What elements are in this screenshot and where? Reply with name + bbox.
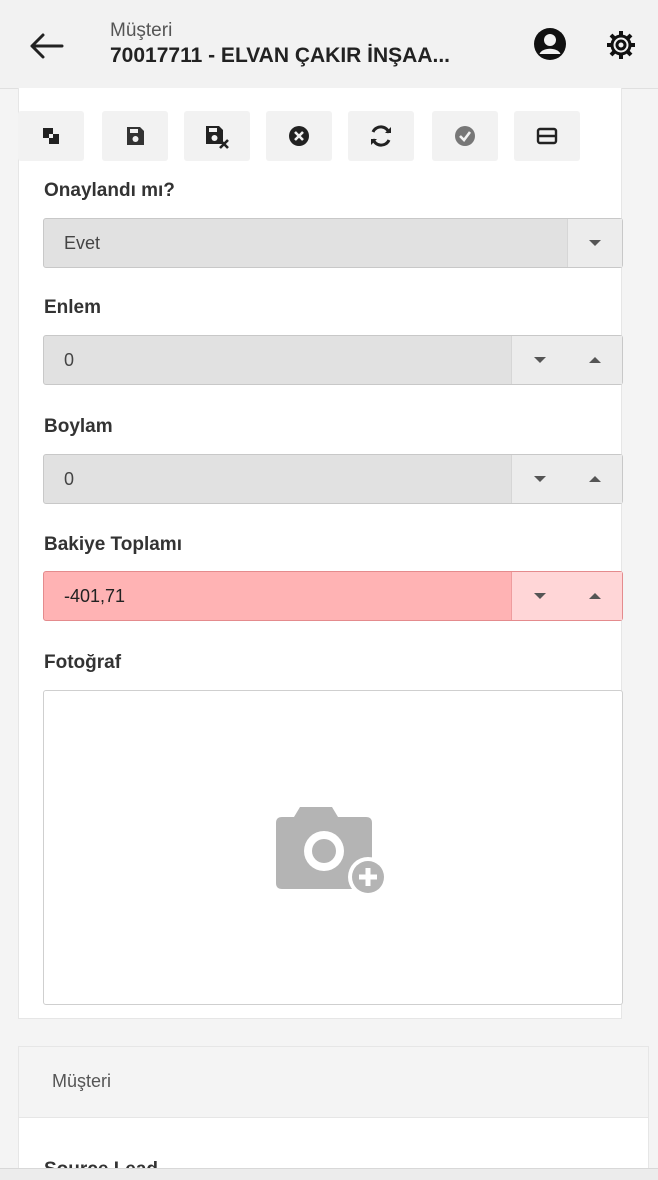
layout-button[interactable] (514, 111, 580, 161)
app-screen: Müşteri 70017711 - ELVAN ÇAKIR İNŞAA... (0, 0, 658, 1180)
settings-button[interactable] (602, 26, 640, 64)
approve-button[interactable] (432, 111, 498, 161)
copy-icon (43, 128, 59, 144)
app-header: Müşteri 70017711 - ELVAN ÇAKIR İNŞAA... (0, 0, 658, 89)
refresh-button[interactable] (348, 111, 414, 161)
balance-field[interactable]: -401,71 (43, 571, 623, 621)
balance-value: -401,71 (64, 586, 126, 606)
balance-increment-button[interactable] (567, 572, 622, 620)
action-toolbar (18, 111, 618, 163)
photo-label: Fotoğraf (44, 652, 122, 673)
chevron-up-icon (588, 357, 601, 363)
approved-label: Onaylandı mı? (44, 180, 175, 201)
save-button[interactable] (102, 111, 168, 161)
balance-label: Bakiye Toplamı (44, 534, 182, 555)
latitude-field[interactable]: 0 (43, 335, 623, 385)
refresh-icon (371, 125, 391, 147)
latitude-label: Enlem (44, 297, 102, 318)
longitude-field[interactable]: 0 (43, 454, 623, 504)
latitude-increment-button[interactable] (567, 336, 622, 384)
latitude-decrement-button[interactable] (511, 336, 567, 384)
page-subtitle: Müşteri (110, 20, 173, 41)
approved-value: Evet (64, 233, 101, 253)
back-arrow-icon (30, 33, 64, 59)
longitude-value: 0 (64, 469, 75, 489)
user-button[interactable] (532, 26, 568, 62)
photo-upload-area[interactable] (43, 690, 623, 1005)
approve-icon (455, 126, 475, 146)
save-close-button[interactable] (184, 111, 250, 161)
scroll-edge (0, 1168, 658, 1180)
approved-select[interactable]: Evet (43, 218, 623, 268)
chevron-down-icon (533, 593, 546, 599)
longitude-label: Boylam (44, 416, 113, 437)
back-button[interactable] (26, 28, 66, 64)
copy-button[interactable] (18, 111, 84, 161)
user-icon (534, 28, 566, 60)
page-title: 70017711 - ELVAN ÇAKIR İNŞAA... (110, 44, 450, 67)
cancel-button[interactable] (266, 111, 332, 161)
chevron-up-icon (588, 593, 601, 599)
cancel-icon (289, 126, 309, 146)
longitude-increment-button[interactable] (567, 455, 622, 503)
save-close-icon (206, 126, 229, 149)
approved-dropdown-toggle[interactable] (567, 219, 622, 267)
add-photo-icon (276, 807, 388, 895)
balance-decrement-button[interactable] (511, 572, 567, 620)
section-header[interactable]: Müşteri (19, 1047, 648, 1118)
chevron-down-icon (533, 476, 546, 482)
save-icon (127, 127, 144, 145)
section-title: Müşteri (52, 1071, 112, 1091)
customer-section-panel: Müşteri Source Lead (18, 1046, 649, 1180)
latitude-value: 0 (64, 350, 75, 370)
gear-icon (607, 31, 635, 59)
longitude-decrement-button[interactable] (511, 455, 567, 503)
layout-icon (536, 127, 558, 145)
chevron-down-icon (533, 357, 546, 363)
chevron-down-icon (589, 240, 601, 246)
chevron-up-icon (588, 476, 601, 482)
